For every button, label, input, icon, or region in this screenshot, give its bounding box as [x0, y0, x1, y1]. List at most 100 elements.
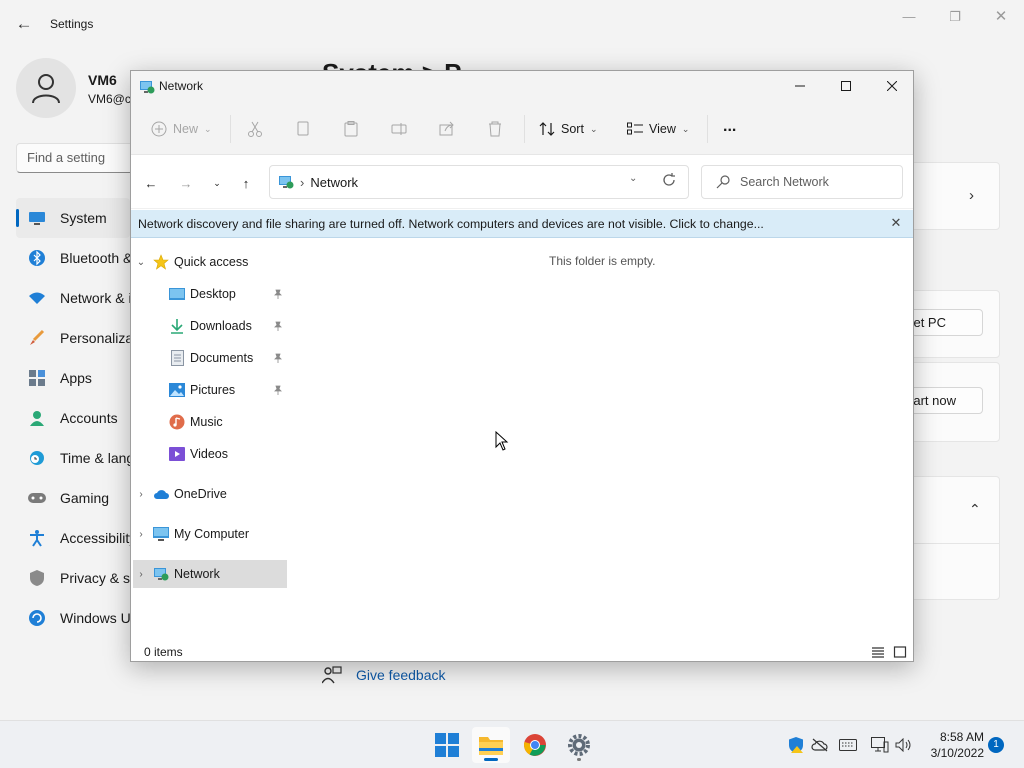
- onedrive-offline-icon[interactable]: [810, 735, 830, 755]
- network-monitor-icon[interactable]: [870, 735, 890, 755]
- nav-item-apps[interactable]: Apps: [16, 358, 130, 398]
- tree-item-videos[interactable]: Videos: [133, 440, 287, 468]
- nav-item-windows-update[interactable]: Windows Update: [16, 598, 130, 638]
- view-button[interactable]: View ⌄: [627, 117, 689, 141]
- nav-item-time-language[interactable]: Time & language: [16, 438, 130, 478]
- security-shield-icon[interactable]: [786, 735, 806, 755]
- restart-now-button[interactable]: Restart now: [907, 387, 983, 414]
- maximize-button[interactable]: [823, 71, 869, 101]
- nav-item-bluetooth[interactable]: Bluetooth & devices: [16, 238, 130, 278]
- nav-item-privacy[interactable]: Privacy & security: [16, 558, 130, 598]
- nav-item-accessibility[interactable]: Accessibility: [16, 518, 130, 558]
- new-button[interactable]: New ⌄: [151, 117, 212, 141]
- keyboard-icon[interactable]: [838, 735, 858, 755]
- search-placeholder: Search Network: [740, 175, 829, 189]
- up-button[interactable]: ↑: [234, 171, 258, 195]
- give-feedback-link[interactable]: Give feedback: [322, 666, 446, 684]
- nav-label: Windows Update: [60, 610, 130, 626]
- tree-item-music[interactable]: Music: [133, 408, 287, 436]
- tree-item-network[interactable]: › Network: [133, 560, 287, 588]
- pin-icon: [274, 385, 282, 395]
- nav-item-accounts[interactable]: Accounts: [16, 398, 130, 438]
- sort-label: Sort: [561, 122, 584, 136]
- taskbar-settings[interactable]: [560, 727, 598, 763]
- nav-item-system[interactable]: System: [16, 198, 130, 238]
- tree-label: Videos: [190, 447, 228, 461]
- back-button[interactable]: ←: [139, 171, 163, 195]
- recent-locations-button[interactable]: ⌄: [205, 171, 229, 195]
- back-arrow-icon[interactable]: ←: [12, 12, 36, 36]
- rename-button[interactable]: [391, 117, 407, 141]
- delete-button[interactable]: [487, 117, 503, 141]
- chevron-down-icon[interactable]: ⌄: [133, 257, 149, 268]
- nav-label: Apps: [60, 370, 92, 386]
- network-discovery-infobar[interactable]: Network discovery and file sharing are t…: [131, 210, 913, 238]
- explorer-titlebar[interactable]: Network: [131, 71, 913, 103]
- close-icon[interactable]: ✕: [889, 216, 903, 230]
- tree-item-pictures[interactable]: Pictures: [133, 376, 287, 404]
- toolbar-separator: [524, 115, 525, 143]
- close-icon: [887, 81, 897, 91]
- share-button[interactable]: [439, 117, 455, 141]
- file-explorer-icon: [479, 737, 503, 755]
- address-bar[interactable]: › Network: [269, 165, 689, 199]
- nav-item-personalization[interactable]: Personalization: [16, 318, 130, 358]
- chrome-icon: [524, 734, 546, 756]
- close-button[interactable]: ✕: [978, 6, 1024, 28]
- taskbar-chrome[interactable]: [516, 727, 554, 763]
- search-input[interactable]: Search Network: [701, 165, 903, 199]
- tree-item-onedrive[interactable]: › OneDrive: [133, 480, 287, 508]
- address-row: ← → ⌄ ↑ › Network ⌄ Search Network: [131, 155, 913, 209]
- reset-pc-button[interactable]: Reset PC: [907, 309, 983, 336]
- minimize-button[interactable]: —: [886, 6, 932, 28]
- tree-label: Pictures: [190, 383, 236, 397]
- nav-item-gaming[interactable]: Gaming: [16, 478, 130, 518]
- feedback-label: Give feedback: [356, 667, 446, 683]
- nav-label: Accounts: [60, 410, 118, 426]
- cut-button[interactable]: [247, 117, 263, 141]
- paste-button[interactable]: [343, 117, 359, 141]
- notification-badge[interactable]: 1: [988, 737, 1004, 753]
- chevron-right-icon[interactable]: ›: [133, 529, 149, 540]
- desktop-icon: [169, 286, 185, 302]
- tree-item-my-computer[interactable]: › My Computer: [133, 520, 287, 548]
- large-icons-view-icon[interactable]: [893, 645, 907, 659]
- chevron-right-icon[interactable]: ›: [133, 569, 149, 580]
- details-view-icon[interactable]: [871, 645, 885, 659]
- tree-item-documents[interactable]: Documents: [133, 344, 287, 372]
- accessibility-icon: [28, 529, 46, 547]
- more-options-button[interactable]: ...: [723, 115, 736, 139]
- close-button[interactable]: [869, 71, 915, 101]
- sort-button[interactable]: Sort ⌄: [539, 117, 597, 141]
- tree-item-quick-access[interactable]: ⌄ Quick access: [133, 248, 287, 276]
- breadcrumb[interactable]: Network: [310, 175, 358, 190]
- sort-icon: [539, 122, 555, 136]
- taskbar-file-explorer[interactable]: [472, 727, 510, 763]
- pin-icon: [274, 289, 282, 299]
- start-button[interactable]: [428, 727, 466, 763]
- tree-item-downloads[interactable]: Downloads: [133, 312, 287, 340]
- more-label: ...: [723, 118, 737, 135]
- nav-item-network[interactable]: Network & internet: [16, 278, 130, 318]
- copy-button[interactable]: [295, 117, 311, 141]
- tree-item-desktop[interactable]: Desktop: [133, 280, 287, 308]
- forward-button[interactable]: →: [174, 171, 198, 195]
- avatar[interactable]: [16, 58, 76, 118]
- gamepad-icon: [28, 489, 46, 507]
- tree-label: Downloads: [190, 319, 252, 333]
- bluetooth-icon: [28, 249, 46, 267]
- brush-icon: [28, 329, 46, 347]
- settings-card[interactable]: ›: [900, 162, 1000, 230]
- system-clock[interactable]: 8:58 AM 3/10/2022: [920, 729, 984, 761]
- pin-icon: [274, 321, 282, 331]
- restore-button[interactable]: ❐: [932, 6, 978, 28]
- tree-label: OneDrive: [174, 487, 227, 501]
- nav-label: Network & internet: [60, 290, 130, 306]
- picture-icon: [169, 382, 185, 398]
- minimize-button[interactable]: [777, 71, 823, 101]
- chevron-up-icon[interactable]: ⌃: [969, 501, 981, 518]
- chevron-right-icon[interactable]: ›: [133, 489, 149, 500]
- refresh-button[interactable]: [661, 172, 681, 192]
- volume-icon[interactable]: [894, 735, 914, 755]
- address-dropdown-chevron-icon[interactable]: ⌄: [629, 173, 637, 184]
